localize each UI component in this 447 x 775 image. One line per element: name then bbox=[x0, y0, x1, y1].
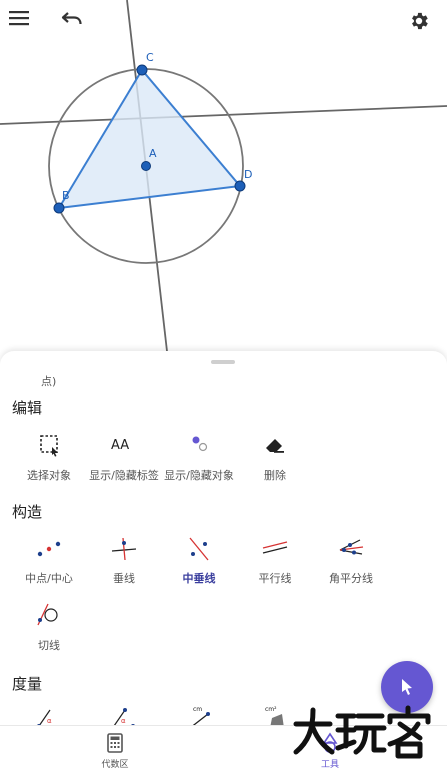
select-object-icon bbox=[40, 435, 58, 457]
point-a[interactable] bbox=[141, 161, 151, 171]
undo-button[interactable] bbox=[61, 10, 89, 38]
tool-angle-bisector[interactable]: 角平分线 bbox=[313, 534, 389, 586]
calculator-icon bbox=[107, 733, 123, 753]
midpoint-icon bbox=[37, 541, 61, 557]
parallel-line-icon bbox=[262, 541, 288, 554]
tool-select[interactable]: 选择对象 bbox=[11, 431, 87, 483]
cursor-arrow-icon bbox=[402, 679, 412, 695]
eraser-icon bbox=[266, 439, 284, 453]
graphics-view[interactable]: A B C D bbox=[0, 0, 447, 360]
tool-label: 显示/隐藏对象 bbox=[164, 469, 234, 482]
tool-show-hide-object[interactable]: 显示/隐藏对象 bbox=[161, 431, 237, 483]
menu-button[interactable] bbox=[9, 10, 37, 38]
label-c: C bbox=[146, 51, 154, 64]
undo-icon bbox=[61, 12, 82, 25]
tool-label: 显示/隐藏标签 bbox=[89, 469, 159, 482]
label-a: A bbox=[149, 147, 157, 160]
nav-algebra[interactable]: 代数区 bbox=[55, 732, 175, 770]
watermark-logo bbox=[293, 705, 431, 759]
svg-text:AA: AA bbox=[111, 438, 129, 453]
svg-text:cm²: cm² bbox=[265, 706, 277, 713]
point-c[interactable] bbox=[136, 64, 148, 76]
tool-delete[interactable]: 删除 bbox=[237, 431, 313, 483]
tool-parallel[interactable]: 平行线 bbox=[237, 534, 313, 586]
drag-handle[interactable] bbox=[211, 360, 235, 364]
section-title-measure: 度量 bbox=[12, 675, 43, 693]
tool-label: 平行线 bbox=[258, 572, 292, 585]
tool-perpendicular[interactable]: 垂线 bbox=[86, 534, 162, 586]
tool-label: 垂线 bbox=[113, 572, 135, 585]
point-d[interactable] bbox=[234, 180, 246, 192]
tangent-icon bbox=[37, 603, 58, 626]
tool-midpoint[interactable]: 中点/中心 bbox=[11, 534, 87, 586]
tool-label: 切线 bbox=[38, 639, 60, 652]
nav-algebra-label: 代数区 bbox=[101, 760, 129, 770]
label-b: B bbox=[62, 189, 70, 202]
tool-label: 中垂线 bbox=[182, 572, 216, 585]
svg-text:cm: cm bbox=[193, 706, 202, 713]
tool-label: 中点/中心 bbox=[25, 572, 73, 585]
tool-label: 选择对象 bbox=[27, 469, 71, 482]
section-title-edit: 编辑 bbox=[12, 399, 43, 417]
tool-label: 角平分线 bbox=[329, 572, 373, 585]
section-title-construct: 构造 bbox=[12, 503, 43, 521]
angle-bisector-icon bbox=[339, 539, 364, 555]
perpendicular-bisector-icon bbox=[189, 537, 209, 561]
gear-icon bbox=[412, 12, 428, 30]
label-d: D bbox=[244, 168, 252, 181]
tool-perpendicular-bisector[interactable]: 中垂线 bbox=[161, 534, 237, 586]
tool-tangent[interactable]: 切线 bbox=[11, 601, 87, 653]
tool-show-hide-label[interactable]: AA 显示/隐藏标签 bbox=[86, 431, 162, 483]
partial-tool-label: 点) bbox=[41, 375, 57, 388]
show-hide-object-icon bbox=[192, 436, 208, 452]
geometry-canvas[interactable]: A B C D bbox=[0, 0, 447, 360]
point-b[interactable] bbox=[53, 202, 65, 214]
tool-label: 删除 bbox=[264, 469, 286, 482]
svg-text:α: α bbox=[47, 717, 52, 725]
settings-button[interactable] bbox=[408, 10, 436, 38]
show-hide-label-icon: AA bbox=[111, 438, 129, 453]
hamburger-icon bbox=[9, 11, 29, 26]
perpendicular-line-icon bbox=[111, 537, 137, 561]
svg-text:α: α bbox=[121, 717, 126, 725]
